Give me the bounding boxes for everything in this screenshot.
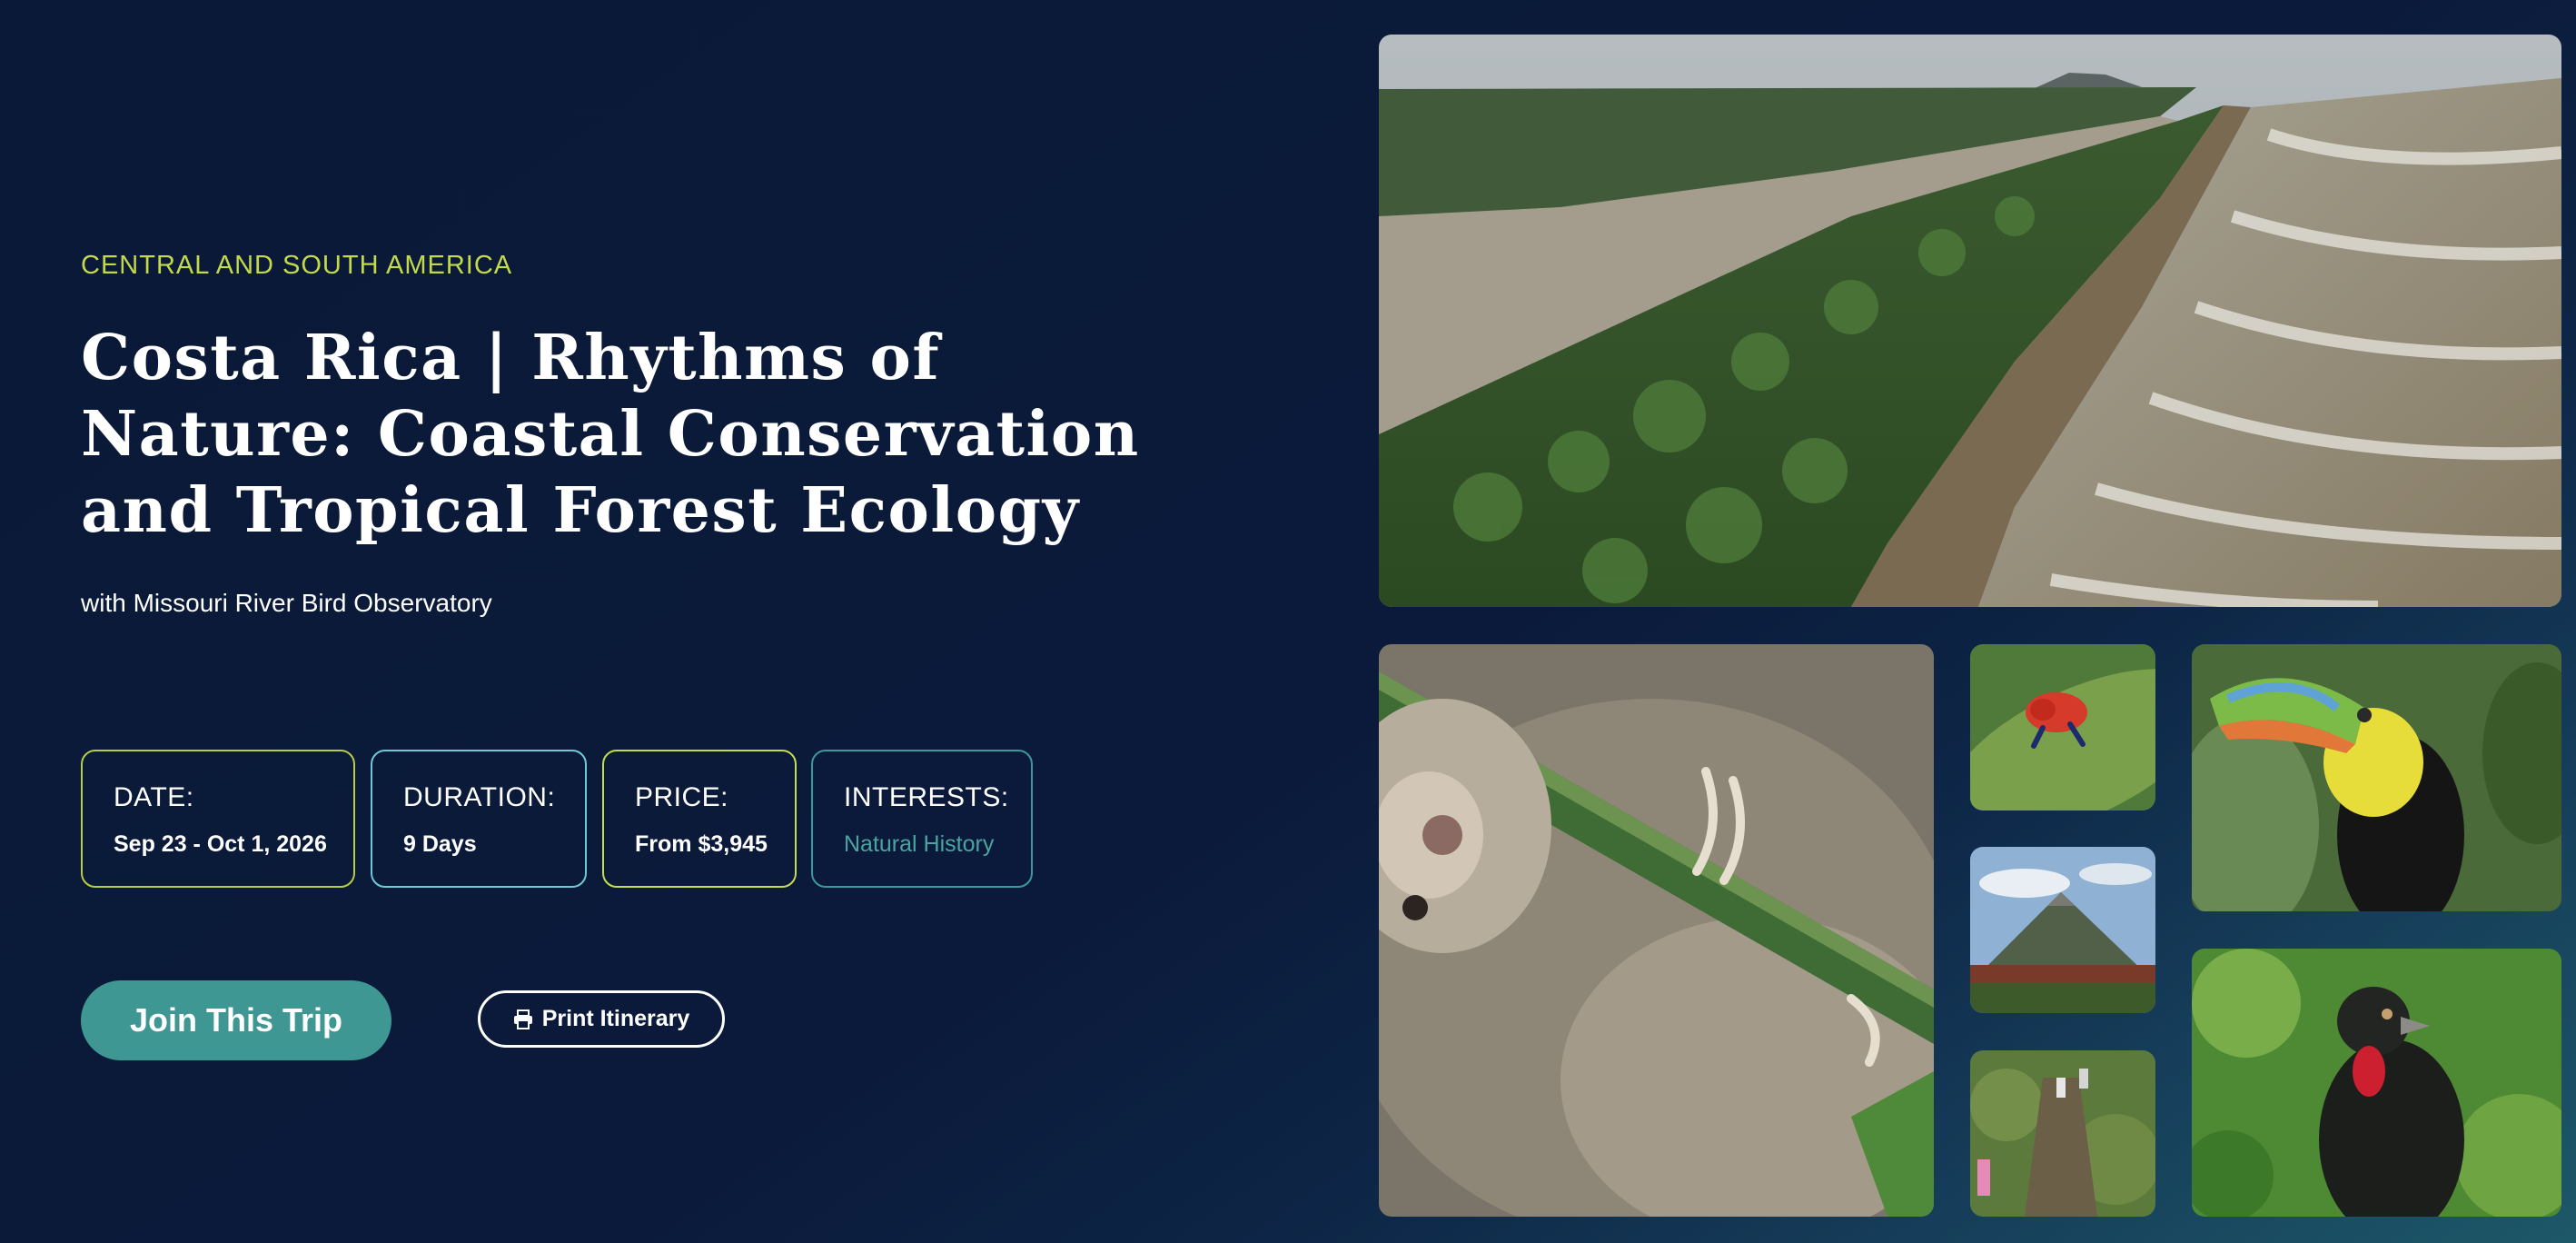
- sloth-photo: [1379, 644, 1934, 1217]
- interests-link[interactable]: Natural History: [844, 831, 1000, 858]
- poison-dart-frog-photo: [1970, 644, 2155, 810]
- partner-subtitle: with Missouri River Bird Observatory: [81, 589, 492, 617]
- price-value: From $3,945: [635, 831, 768, 857]
- duration-label: DURATION:: [403, 782, 556, 812]
- price-label: PRICE:: [635, 782, 729, 812]
- page-title: Costa Rica | Rhythms of Nature: Coastal …: [81, 322, 1140, 547]
- crested-guan-photo: [2192, 949, 2561, 1217]
- trip-hero: CENTRAL AND SOUTH AMERICA Costa Rica | R…: [0, 0, 2576, 1243]
- duration-value: 9 Days: [403, 831, 477, 857]
- print-itinerary-label: Print Itinerary: [541, 1006, 690, 1031]
- date-label: DATE:: [114, 782, 194, 812]
- interests-label: INTERESTS:: [844, 782, 1009, 812]
- toucan-photo: [2192, 644, 2561, 911]
- forest-hikers-photo: [1970, 1050, 2155, 1217]
- interests-card: INTERESTS: Natural History: [811, 750, 1033, 888]
- join-trip-button[interactable]: Join This Trip: [81, 980, 391, 1060]
- printer-icon: [513, 1009, 533, 1029]
- date-value: Sep 23 - Oct 1, 2026: [114, 831, 327, 857]
- arenal-volcano-photo: [1970, 847, 2155, 1013]
- region-eyebrow: CENTRAL AND SOUTH AMERICA: [81, 251, 513, 280]
- price-card: PRICE: From $3,945: [602, 750, 797, 888]
- duration-card: DURATION: 9 Days: [371, 750, 587, 888]
- date-card: DATE: Sep 23 - Oct 1, 2026: [81, 750, 355, 888]
- print-itinerary-button[interactable]: Print Itinerary: [478, 990, 725, 1048]
- aerial-coastline-photo: [1379, 35, 2561, 607]
